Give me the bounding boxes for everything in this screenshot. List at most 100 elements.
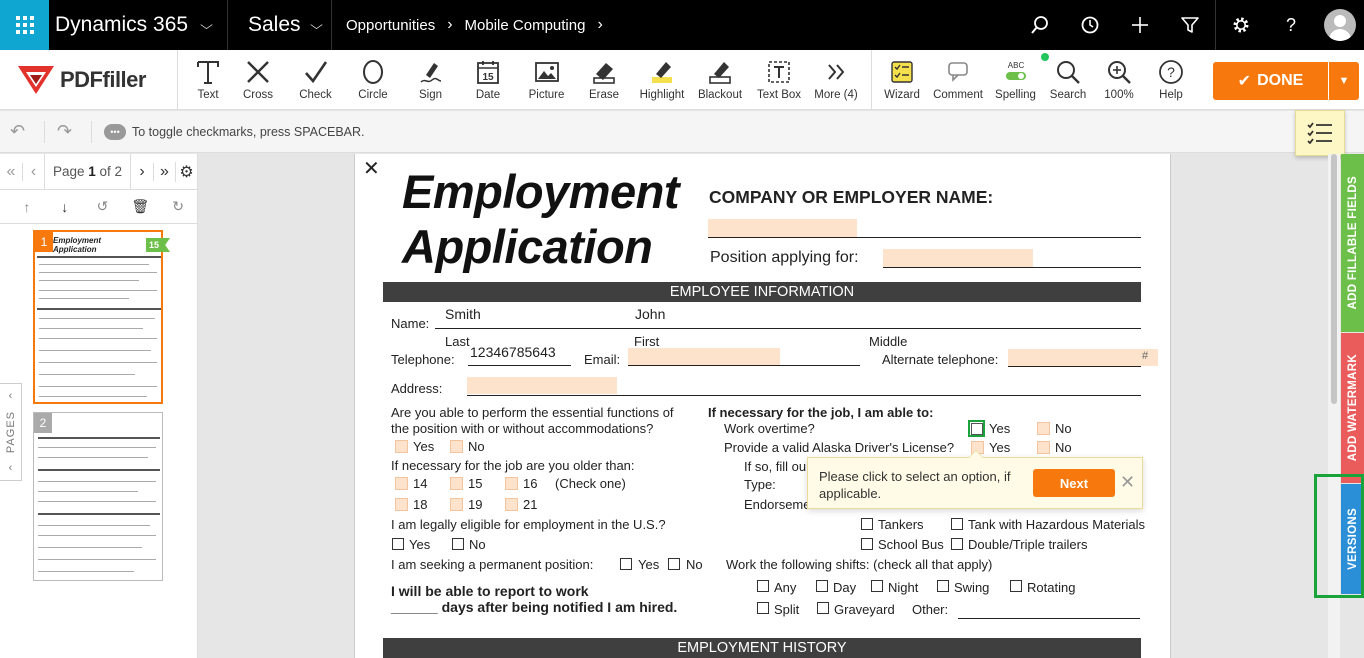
overtime-yes-focus[interactable] [968,420,985,437]
last-page-icon[interactable]: » [153,162,175,181]
breadcrumb-record[interactable]: Mobile Computing [465,17,586,34]
picture-tool[interactable]: Picture [518,50,575,109]
text-tool[interactable]: Text [188,50,228,109]
overtime-yes-checkbox[interactable] [971,423,983,435]
blackout-tool[interactable]: Blackout [691,50,749,109]
gear-icon[interactable]: ⚙ [175,161,197,182]
double-triple-checkbox[interactable] [951,538,963,550]
age-15-checkbox[interactable] [450,477,463,490]
eligible-no-checkbox[interactable] [452,538,464,550]
wizard-checklist-button[interactable] [1295,110,1345,156]
search-button[interactable] [1015,0,1065,50]
search-tool[interactable]: Search [1043,50,1093,109]
zoom-tool[interactable]: 100% [1093,50,1145,109]
help-button[interactable]: ? [1266,0,1316,50]
undo-icon[interactable]: ↶ [10,121,34,142]
functions-yes-checkbox[interactable] [395,440,408,453]
check-tool[interactable]: Check [288,50,343,109]
page-thumbnail-1[interactable]: 1 Employment Application [33,230,163,404]
page-thumbnail-2[interactable]: 2 [33,412,163,581]
age-21-checkbox[interactable] [505,498,518,511]
date-tool[interactable]: 15 Date [458,50,518,109]
age-18-checkbox[interactable] [395,498,408,511]
delete-icon[interactable]: 🗑 [121,198,159,215]
license-no-checkbox[interactable] [1037,441,1050,454]
email-field[interactable] [628,348,780,365]
shift-split-label: Split [774,602,800,617]
shift-split-checkbox[interactable] [757,602,769,614]
erase-tool[interactable]: Erase [575,50,633,109]
refresh-icon[interactable]: ↻ [159,198,197,215]
close-icon[interactable]: ✕ [1120,472,1135,493]
last-name-value[interactable]: Smith [445,306,481,322]
recent-button[interactable] [1065,0,1115,50]
help-tool[interactable]: ? Help [1145,50,1197,109]
age-16-checkbox[interactable] [505,477,518,490]
more-tools-button[interactable]: More (4) [809,50,863,109]
done-dropdown-arrow[interactable]: ▼ [1329,62,1359,100]
company-field[interactable] [708,219,857,237]
breadcrumb-chevron-icon[interactable]: › [597,16,602,34]
shift-rotating-label: Rotating [1027,580,1076,595]
permanent-yes-checkbox[interactable] [620,558,632,570]
picture-icon [534,62,559,82]
highlight-tool[interactable]: Highlight [633,50,691,109]
comment-tool[interactable]: Comment [928,50,988,109]
sign-tool[interactable]: Sign [403,50,458,109]
permanent-no-checkbox[interactable] [668,558,680,570]
age-19-checkbox[interactable] [450,498,463,511]
redo-icon[interactable]: ↷ [57,121,81,142]
app-name-menu[interactable]: Dynamics 365 ⌵ [49,0,228,50]
filter-button[interactable] [1165,0,1215,50]
settings-button[interactable] [1216,0,1266,50]
add-fillable-fields-tab[interactable]: ADD FILLABLE FIELDS [1341,154,1364,332]
done-button[interactable]: ✔ DONE ▼ [1213,62,1359,100]
prev-page-icon[interactable]: ‹ [22,162,44,181]
rule [1008,366,1141,367]
alt-telephone-field[interactable] [1008,349,1158,366]
shift-rotating-checkbox[interactable] [1010,580,1022,592]
overtime-no-checkbox[interactable] [1037,422,1050,435]
move-up-icon[interactable]: ↑ [8,199,46,215]
close-icon[interactable]: ✕ [363,156,380,181]
first-page-icon[interactable]: « [0,163,22,181]
functions-no-checkbox[interactable] [450,440,463,453]
help-icon: ? [1159,60,1183,84]
telephone-value[interactable]: 12346785643 [470,344,556,360]
cross-tool[interactable]: Cross [228,50,288,109]
circle-tool[interactable]: Circle [343,50,403,109]
school-bus-checkbox[interactable] [861,538,873,550]
rotate-icon[interactable]: ↺ [84,198,122,215]
divider [44,120,45,143]
move-down-icon[interactable]: ↓ [46,199,84,215]
create-button[interactable] [1115,0,1165,50]
spelling-tool[interactable]: ABC Spelling [988,50,1049,109]
tankers-checkbox[interactable] [861,518,873,530]
position-field[interactable] [883,249,1033,267]
wizard-tool[interactable]: Wizard [876,50,928,109]
shift-day-checkbox[interactable] [816,580,828,592]
shift-night-checkbox[interactable] [871,580,883,592]
dynamics-header: Dynamics 365 ⌵ Sales ⌵ Opportunities › M… [0,0,1364,50]
scrollbar-thumb[interactable] [1331,154,1337,404]
signature-icon [419,63,441,83]
add-watermark-tab[interactable]: ADD WATERMARK [1341,333,1364,483]
user-profile-button[interactable] [1316,0,1364,50]
area-menu[interactable]: Sales ⌵ [228,0,332,50]
age-14-checkbox[interactable] [395,477,408,490]
eligible-yes-checkbox[interactable] [392,538,404,550]
breadcrumb-opportunities[interactable]: Opportunities [346,17,435,34]
next-page-icon[interactable]: › [131,163,153,181]
tank-hazardous-checkbox[interactable] [951,518,963,530]
first-name-value[interactable]: John [635,306,665,322]
shift-any-checkbox[interactable] [757,580,769,592]
text-box-tool[interactable]: Text Box [749,50,809,109]
done-label-area[interactable]: ✔ DONE [1213,62,1329,100]
pages-panel-toggle[interactable]: ‹ PAGES ‹ [0,383,22,481]
app-launcher-button[interactable] [0,0,49,50]
shift-graveyard-checkbox[interactable] [817,602,829,614]
shift-swing-checkbox[interactable] [937,580,949,592]
address-field[interactable] [467,377,617,394]
next-button[interactable]: Next [1033,469,1115,497]
other-line[interactable] [958,618,1140,619]
